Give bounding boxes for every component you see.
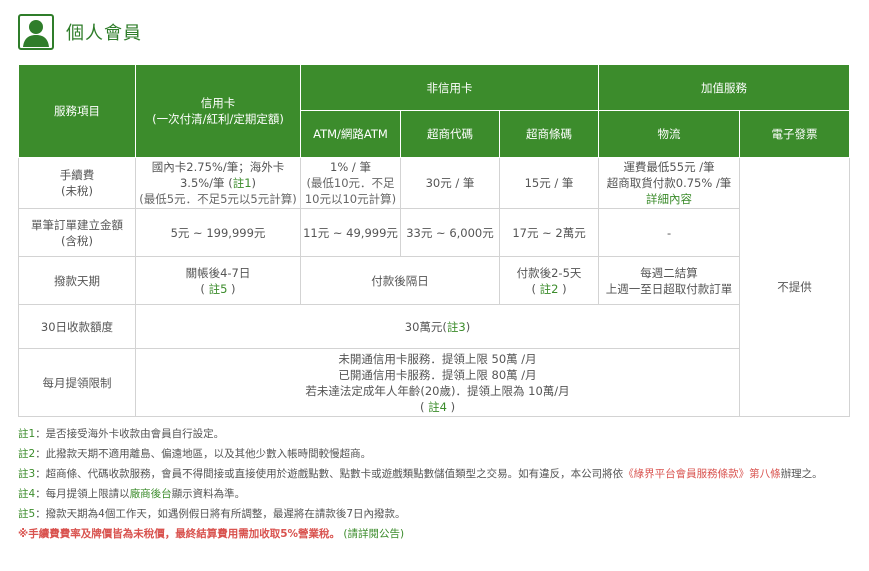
table-row-fee: 手續費 (未稅) 國內卡2.75%/筆；海外卡 3.5%/筆 (註1) (最低5元… [18,157,851,417]
note-ref-1: 註1 [232,176,252,190]
note-2: 註2：此撥款天期不適用離島、偏遠地區，以及其他少數入帳時間較慢超商。 [18,448,372,460]
col-einvoice-header: 電子發票 [739,110,851,158]
cell-einvoice: 不提供 [739,157,851,417]
table-row-amount: 單筆訂單建立金額 (含稅) 5元 ~ 199,999元 11元 ~ 49,999元… [18,208,850,257]
page-header: 個人會員 [18,12,142,52]
cell-amount-cvs-barcode: 17元 ~ 2萬元 [498,208,600,257]
announcement-link[interactable]: (請詳閱公告) [343,528,404,540]
col-logistics-header: 物流 [598,110,741,158]
row-label-fee: 手續費 (未稅) [18,157,136,209]
cell-fee-atm: 1% / 筆 (最低10元．不足 10元以10元計算) [300,157,401,209]
col-cvs-code-header: 超商代碼 [400,110,500,158]
row-label-limit30: 30日收款額度 [18,304,136,349]
cell-fee-credit: 國內卡2.75%/筆；海外卡 3.5%/筆 (註1) (最低5元．不足5元以5元… [135,157,301,209]
cell-limit30: 30萬元(註3) [134,304,741,349]
vendor-backend-link[interactable]: 廠商後台 [130,488,172,500]
col-addon-header: 加值服務 [598,64,851,111]
row-label-amount: 單筆訂單建立金額 (含稅) [18,208,136,257]
row-label-payout: 撥款天期 [18,256,136,305]
table-row-payout: 撥款天期 關帳後4-7日( 註5 ) 付款後隔日 付款後2-5天( 註2 ) 每… [18,256,850,305]
col-atm-header: ATM/網路ATM [300,110,401,158]
logistics-detail-link[interactable]: 詳細內容 [646,192,692,206]
cell-fee-cvs-barcode: 15元 / 筆 [498,157,600,209]
page-title: 個人會員 [66,23,142,44]
cell-payout-credit: 關帳後4-7日( 註5 ) [135,256,301,305]
note-4: 註4：每月提領上限請以廠商後台顯示資料為準。 [18,488,246,500]
tax-warning: ※手續費費率及牌價皆為未稅價，最終結算費用需加收取5%營業稅。 (請詳閱公告) [18,528,405,540]
cell-payout-logistics: 每週二結算 上週一至日超取付款訂單 [598,256,741,305]
col-credit-header: 信用卡 (一次付清/紅利/定期定額) [135,64,301,158]
cell-amount-logistics: - [598,208,741,257]
fee-table: 服務項目 信用卡 (一次付清/紅利/定期定額) 非信用卡 加值服務 ATM/網路A… [18,64,851,417]
cell-amount-cvs-code: 33元 ~ 6,000元 [400,208,500,257]
note-5: 註5：撥款天期為4個工作天，如遇例假日將有所調整，最遲將在請款後7日內撥款。 [18,508,406,520]
note-1: 註1：是否接受海外卡收款由會員自行設定。 [18,428,225,440]
cell-amount-credit: 5元 ~ 199,999元 [135,208,301,257]
note-ref-5: 註5 [208,281,228,296]
note-3: 註3：超商條、代碼收款服務，會員不得間接或直接使用於遊戲點數、點數卡或遊戲類點數… [18,468,823,480]
user-avatar-icon [18,14,54,50]
terms-link[interactable]: 《綠界平台會員服務條款》第八條 [623,468,781,480]
cell-fee-cvs-code: 30元 / 筆 [400,157,500,209]
col-service-header: 服務項目 [18,64,136,158]
table-row-limit30: 30日收款額度 30萬元(註3) [18,304,850,349]
cell-fee-logistics: 運費最低55元 /筆 超商取貨付款0.75% /筆 詳細內容 [598,157,741,209]
cell-monthly: 未開通信用卡服務．提領上限 50萬 /月 已開通信用卡服務．提領上限 80萬 /… [134,348,741,417]
note-ref-3: 註3 [446,319,466,334]
note-ref-2: 註2 [539,281,559,296]
col-noncredit-header: 非信用卡 [299,64,600,111]
cell-amount-atm: 11元 ~ 49,999元 [300,208,401,257]
cell-payout-barcode: 付款後2-5天( 註2 ) [498,256,600,305]
row-label-monthly: 每月提領限制 [18,348,136,417]
footnotes: 註1：是否接受海外卡收款由會員自行設定。 註2：此撥款天期不適用離島、偏遠地區，… [18,424,849,544]
col-cvs-barcode-header: 超商條碼 [498,110,600,158]
table-row-monthly: 每月提領限制 未開通信用卡服務．提領上限 50萬 /月 已開通信用卡服務．提領上… [18,348,850,417]
note-ref-4: 註4 [428,399,447,414]
cell-payout-noncredit: 付款後隔日 [300,256,500,305]
